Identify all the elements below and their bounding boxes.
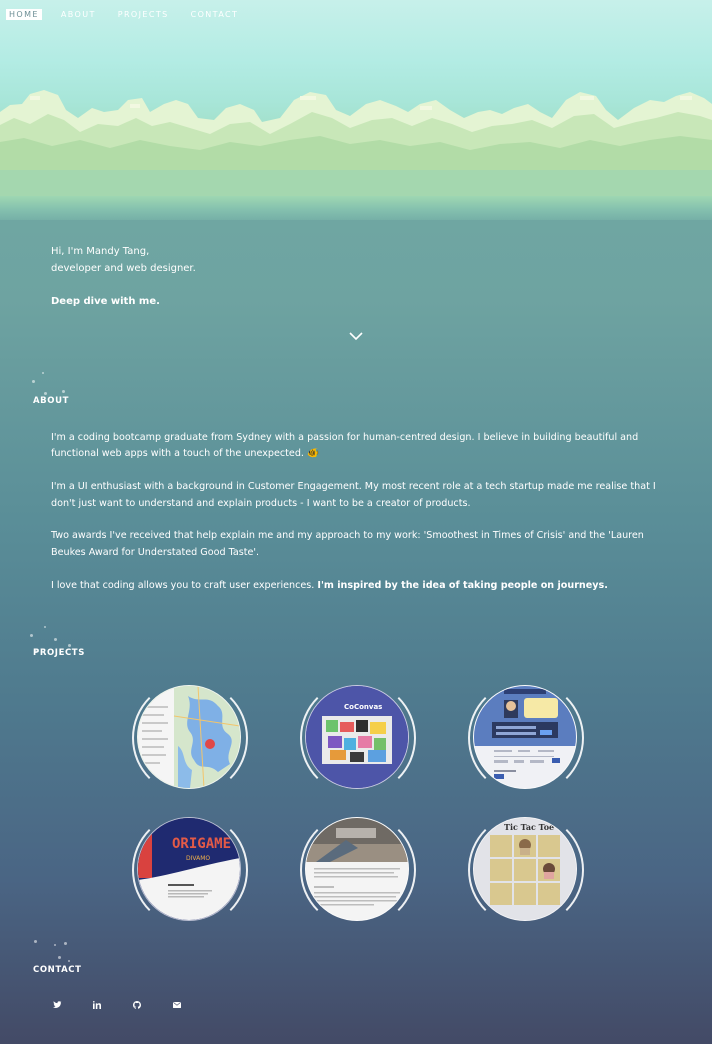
about-paragraph-2: I'm a UI enthusiast with a background in… xyxy=(51,481,656,509)
game-login-project-thumbnail[interactable] xyxy=(473,685,577,789)
svg-text:DIVAMO: DIVAMO xyxy=(186,855,210,862)
coconvas-heading: CoConvas xyxy=(344,703,382,711)
about-paragraph-3: Two awards I've received that help expla… xyxy=(51,530,644,558)
chevron-down-icon[interactable] xyxy=(349,331,363,341)
coconvas-project-thumbnail[interactable]: CoConvas xyxy=(305,685,409,789)
hero-greeting: Hi, I'm Mandy Tang, xyxy=(51,246,150,257)
map-project-thumbnail[interactable] xyxy=(137,685,241,789)
top-nav: HOME ABOUT PROJECTS CONTACT xyxy=(6,9,257,20)
about-heading: ABOUT xyxy=(33,396,69,406)
blog-thumbnail-image xyxy=(306,818,408,920)
about-paragraph-4: I love that coding allows you to craft u… xyxy=(51,578,666,594)
tictactoe-project-thumbnail[interactable]: Tic Tac Toe xyxy=(473,817,577,921)
sky-banner xyxy=(0,0,712,200)
hero-intro: Hi, I'm Mandy Tang, developer and web de… xyxy=(51,243,196,310)
fish-icon: 🐠 xyxy=(307,448,319,460)
horizon xyxy=(0,196,712,220)
hero-cta: Deep dive with me. xyxy=(51,296,160,307)
projects-heading: PROJECTS xyxy=(33,648,85,658)
tictactoe-thumbnail-image: Tic Tac Toe xyxy=(474,818,576,920)
about-paragraph-1: I'm a coding bootcamp graduate from Sydn… xyxy=(51,430,666,463)
about-p1-text: I'm a coding bootcamp graduate from Sydn… xyxy=(51,432,639,460)
nav-home[interactable]: HOME xyxy=(6,9,42,20)
linkedin-icon[interactable] xyxy=(93,1001,101,1009)
origami-project-thumbnail[interactable]: ORIGAME DIVAMO xyxy=(137,817,241,921)
coconvas-thumbnail-image: CoConvas xyxy=(306,686,408,788)
email-icon[interactable] xyxy=(173,1002,181,1008)
nav-contact[interactable]: CONTACT xyxy=(188,9,242,20)
tictactoe-heading: Tic Tac Toe xyxy=(504,822,554,832)
origami-heading: ORIGAME xyxy=(172,836,231,852)
github-icon[interactable] xyxy=(133,1001,141,1009)
nav-projects[interactable]: PROJECTS xyxy=(115,9,172,20)
about-p4-text: I love that coding allows you to craft u… xyxy=(51,579,315,591)
map-thumbnail-image xyxy=(138,686,240,788)
blog-project-thumbnail[interactable] xyxy=(305,817,409,921)
pixel-clouds xyxy=(0,90,712,200)
game-login-thumbnail-image xyxy=(474,686,576,788)
about-p4-emphasis: I'm inspired by the idea of taking peopl… xyxy=(317,579,608,591)
twitter-icon[interactable] xyxy=(53,1001,62,1009)
nav-about[interactable]: ABOUT xyxy=(58,9,99,20)
contact-heading: CONTACT xyxy=(33,965,82,975)
hero-role: developer and web designer. xyxy=(51,263,196,274)
about-text: I'm a coding bootcamp graduate from Sydn… xyxy=(51,430,666,610)
origami-thumbnail-image: ORIGAME DIVAMO xyxy=(138,818,240,920)
